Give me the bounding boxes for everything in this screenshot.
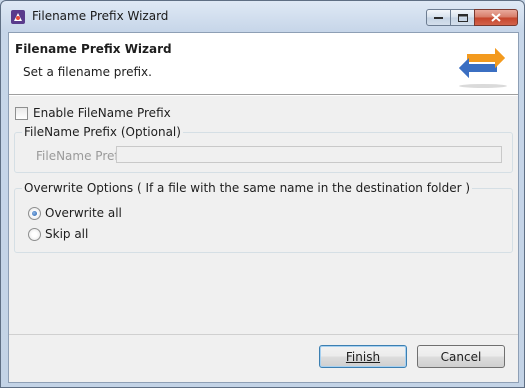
window-title: Filename Prefix Wizard	[32, 9, 169, 23]
title-bar[interactable]: Filename Prefix Wizard	[1, 1, 524, 31]
button-bar-separator	[9, 334, 518, 335]
overwrite-all-option[interactable]: Overwrite all	[28, 206, 122, 220]
prefix-input[interactable]	[116, 146, 502, 163]
overwrite-group-label: Overwrite Options ( If a file with the s…	[22, 181, 473, 195]
banner-subtitle: Set a filename prefix.	[23, 65, 152, 79]
wizard-banner: Filename Prefix Wizard Set a filename pr…	[9, 33, 518, 95]
wizard-client-area: Filename Prefix Wizard Set a filename pr…	[8, 32, 519, 383]
banner-separator	[9, 95, 518, 96]
cancel-button-label: Cancel	[440, 349, 482, 364]
window-controls	[426, 9, 518, 26]
enable-prefix-label: Enable FileName Prefix	[33, 106, 171, 120]
finish-button-label: Finish	[345, 349, 381, 364]
wizard-app-icon	[10, 9, 26, 25]
bidirectional-arrows-icon	[453, 46, 511, 90]
finish-button[interactable]: Finish	[319, 345, 407, 368]
minimize-icon	[434, 16, 443, 19]
skip-all-radio[interactable]	[28, 227, 41, 241]
prefix-group-label: FileName Prefix (Optional)	[22, 125, 183, 139]
overwrite-all-radio[interactable]	[28, 206, 41, 220]
close-icon	[491, 13, 501, 22]
overwrite-all-label: Overwrite all	[45, 206, 122, 220]
skip-all-option[interactable]: Skip all	[28, 227, 88, 241]
banner-title: Filename Prefix Wizard	[15, 42, 172, 56]
cancel-button[interactable]: Cancel	[417, 345, 505, 368]
skip-all-label: Skip all	[45, 227, 89, 241]
overwrite-group: Overwrite Options ( If a file with the s…	[14, 181, 513, 253]
maximize-icon	[457, 13, 468, 22]
enable-prefix-checkbox-row[interactable]: Enable FileName Prefix	[15, 106, 171, 120]
wizard-window: Filename Prefix Wizard Filename Prefix W…	[0, 0, 525, 388]
maximize-button[interactable]	[450, 9, 475, 26]
close-button[interactable]	[474, 9, 518, 26]
minimize-button[interactable]	[426, 9, 451, 26]
enable-prefix-checkbox[interactable]	[15, 106, 28, 120]
